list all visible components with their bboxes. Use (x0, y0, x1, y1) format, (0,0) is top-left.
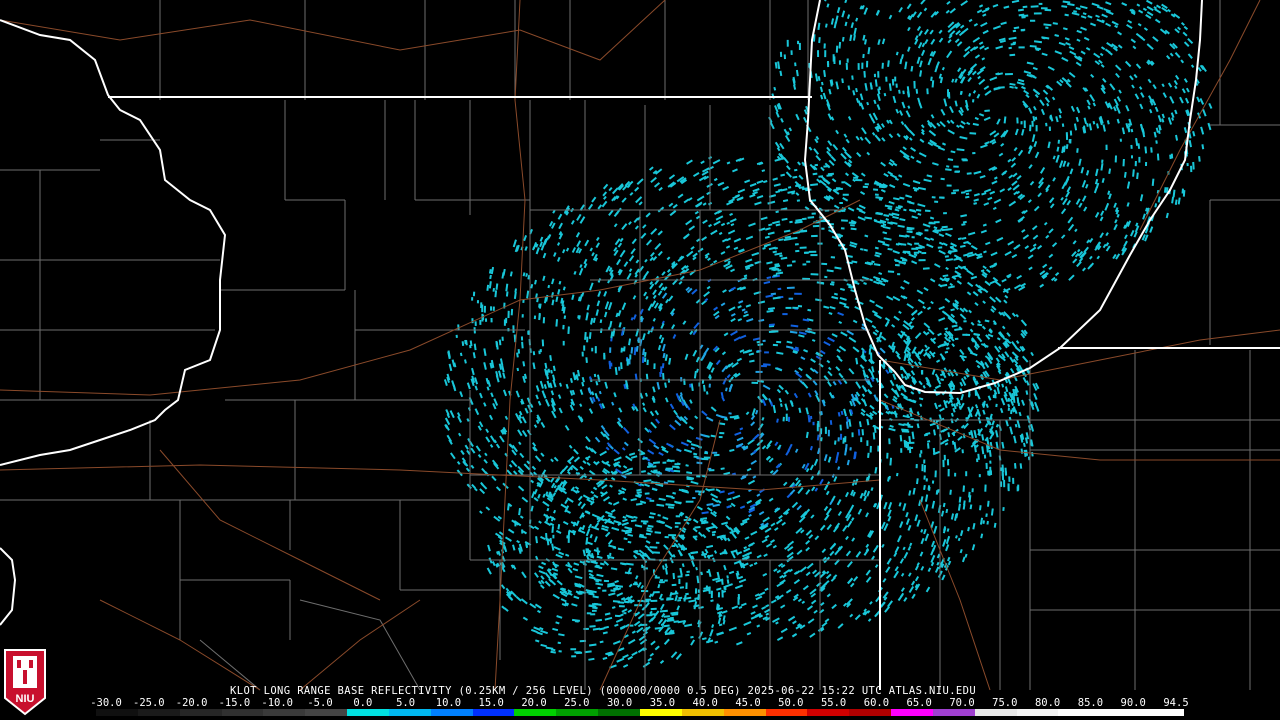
colorbar-tick-label: 55.0 (820, 697, 847, 709)
colorbar-swatch (891, 709, 933, 716)
colorbar-swatch (765, 709, 808, 716)
colorbar-swatch (514, 709, 557, 716)
colorbar-swatch (472, 709, 515, 716)
colorbar-swatch (807, 709, 850, 716)
colorbar-swatch (1100, 709, 1143, 716)
product-title: KLOT LONG RANGE BASE REFLECTIVITY (0.25K… (230, 685, 977, 697)
colorbar-tick-label: 15.0 (478, 697, 504, 709)
colorbar-tick-label: 40.0 (692, 697, 718, 709)
colorbar-swatch (263, 709, 306, 716)
radar-site-marker (735, 395, 749, 407)
colorbar-tick-label: 0.0 (353, 697, 373, 709)
colorbar-tick-label: 65.0 (906, 697, 932, 709)
colorbar-swatch (723, 709, 766, 716)
colorbar-tick-label: -20.0 (175, 697, 208, 709)
colorbar-tick-label: 60.0 (863, 697, 890, 709)
colorbar-swatch (305, 709, 348, 716)
colorbar-swatch (221, 709, 264, 716)
colorbar-swatch (430, 709, 473, 716)
radar-map (0, 0, 1280, 720)
colorbar-tick-label: 20.0 (521, 697, 547, 709)
colorbar-tick-label: 94.5 (1163, 697, 1189, 709)
colorbar-tick-label: 75.0 (992, 697, 1018, 709)
colorbar (96, 709, 1184, 716)
colorbar-tick-label: 80.0 (1034, 697, 1061, 709)
colorbar-tick-label: 50.0 (778, 697, 804, 709)
colorbar-swatch (639, 709, 682, 716)
colorbar-swatch (1058, 709, 1101, 716)
colorbar-swatch (681, 709, 724, 716)
colorbar-tick-label: 70.0 (949, 697, 975, 709)
colorbar-tick-label: -10.0 (261, 697, 293, 709)
colorbar-swatch (388, 709, 431, 716)
colorbar-tick-label: 35.0 (649, 697, 676, 709)
colorbar-swatch (137, 709, 180, 716)
colorbar-tick-label: 10.0 (435, 697, 462, 709)
colorbar-tick-label: 90.0 (1120, 697, 1146, 709)
colorbar-tick-label: -5.0 (307, 697, 333, 709)
colorbar-swatch (556, 709, 599, 716)
colorbar-tick-label: -15.0 (218, 697, 251, 709)
colorbar-swatch (96, 709, 138, 716)
colorbar-swatch (974, 709, 1017, 716)
colorbar-swatch (347, 709, 389, 716)
colorbar-swatch (1142, 709, 1184, 716)
colorbar-tick-labels: -30.0 -25.0 -20.0 -15.0 -10.0 -5.0 0.0 5.0 10.0 1… (90, 697, 1189, 709)
colorbar-tick-label: 5.0 (396, 697, 416, 709)
colorbar-swatch (1016, 709, 1059, 716)
colorbar-swatch (849, 709, 892, 716)
colorbar-tick-label: 45.0 (735, 697, 761, 709)
colorbar-tick-label: 85.0 (1077, 697, 1104, 709)
colorbar-swatch (179, 709, 222, 716)
colorbar-tick-label: 30.0 (606, 697, 633, 709)
niu-logo: NIU (4, 649, 46, 716)
logo-text: NIU (16, 693, 35, 705)
colorbar-tick-label: -25.0 (132, 697, 165, 709)
colorbar-swatch (932, 709, 975, 716)
colorbar-tick-label: -30.0 (90, 697, 122, 709)
colorbar-tick-label: 25.0 (564, 697, 590, 709)
colorbar-swatch (598, 709, 640, 716)
